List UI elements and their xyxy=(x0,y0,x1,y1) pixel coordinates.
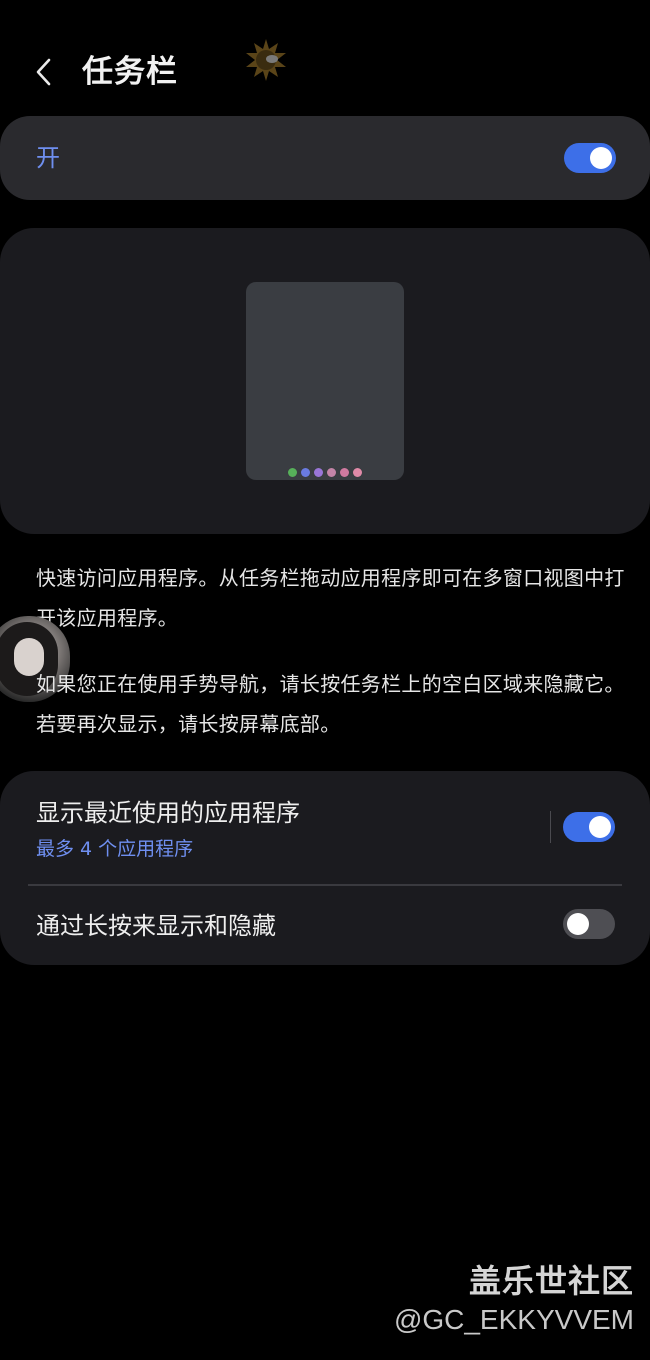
taskbar-settings-screen: 任务栏 开 快速访问应用程序。从任务栏拖动应用程序即可在多窗口视图中打开该应用程… xyxy=(0,0,650,1360)
taskbar-dock xyxy=(246,468,404,477)
master-switch-label: 开 xyxy=(36,144,60,172)
dock-app-dot xyxy=(327,468,336,477)
row-divider xyxy=(28,884,622,886)
master-toggle[interactable] xyxy=(564,143,616,173)
dock-app-dot xyxy=(314,468,323,477)
app-header: 任务栏 xyxy=(0,30,650,110)
recent-apps-subtitle: 最多 4 个应用程序 xyxy=(36,838,194,860)
long-press-title[interactable]: 通过长按来显示和隐藏 xyxy=(36,908,276,944)
description-paragraph-1: 快速访问应用程序。从任务栏拖动应用程序即可在多窗口视图中打开该应用程序。 xyxy=(36,566,625,630)
toggle-knob xyxy=(589,816,611,838)
watermark-site: 盖乐世社区 xyxy=(468,1262,634,1300)
long-press-toggle[interactable] xyxy=(563,909,615,939)
description-paragraph-2: 如果您正在使用手势导航，请长按任务栏上的空白区域来隐藏它。若要再次显示，请长按屏… xyxy=(36,672,625,736)
toggle-knob xyxy=(590,147,612,169)
back-button[interactable] xyxy=(22,50,66,94)
taskbar-options-card: 显示最近使用的应用程序 最多 4 个应用程序 通过长按来显示和隐藏 xyxy=(0,771,650,965)
tablet-illustration xyxy=(246,282,404,480)
master-switch-row[interactable]: 开 xyxy=(0,116,650,200)
page-title: 任务栏 xyxy=(82,54,178,90)
dock-app-dot xyxy=(301,468,310,477)
taskbar-preview-card xyxy=(0,228,650,534)
dock-app-dot xyxy=(340,468,349,477)
dock-app-dot xyxy=(353,468,362,477)
vertical-divider xyxy=(550,811,551,843)
recent-apps-title[interactable]: 显示最近使用的应用程序 xyxy=(36,795,300,831)
toggle-knob xyxy=(567,913,589,935)
recent-apps-toggle[interactable] xyxy=(563,812,615,842)
sun-sticker-icon xyxy=(246,39,286,81)
watermark-handle: @GC_EKKYVVEM xyxy=(393,1304,634,1335)
dock-app-dot xyxy=(288,468,297,477)
chevron-left-icon xyxy=(36,58,51,86)
